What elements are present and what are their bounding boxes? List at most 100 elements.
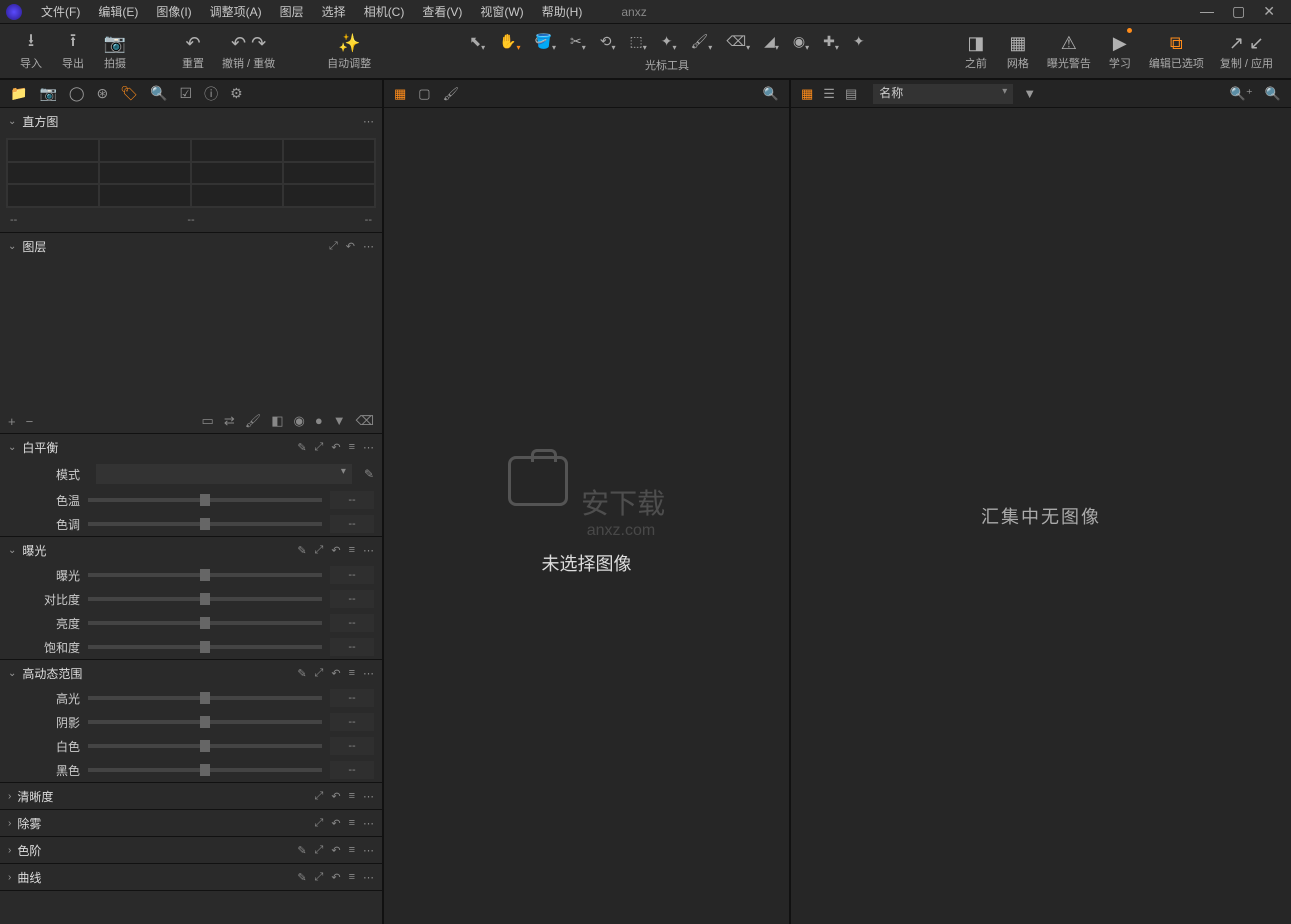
panel-menu-icon[interactable]: ⋯ (363, 667, 374, 680)
single-view-icon[interactable]: ▢ (418, 86, 430, 102)
hand-tool-icon[interactable]: ✋▾ (499, 33, 520, 52)
menu-select[interactable]: 选择 (313, 3, 355, 20)
grid-button[interactable]: ▦网格 (999, 27, 1037, 75)
black-slider[interactable] (88, 768, 322, 772)
panel-menu-icon[interactable]: ⋯ (363, 441, 374, 454)
add-layer-icon[interactable]: + (8, 414, 16, 429)
clarity-header[interactable]: ›清晰度⤢↶≡⋯ (0, 783, 382, 809)
minimize-button[interactable]: — (1200, 3, 1214, 20)
search-icon[interactable]: 🔍⁺ (1230, 86, 1253, 102)
menu-layer[interactable]: 图层 (271, 3, 313, 20)
tint-value[interactable]: -- (330, 515, 374, 533)
capture-button[interactable]: 📷拍摄 (96, 27, 134, 75)
brush-icon[interactable]: 🖌 (245, 413, 262, 429)
exposure-slider[interactable] (88, 573, 322, 577)
rotate-tool-icon[interactable]: ⟲▾ (600, 33, 616, 52)
tag-tab-icon[interactable]: 🏷 (120, 85, 138, 102)
folder-tab-icon[interactable]: 📁 (10, 85, 27, 102)
mode-select[interactable] (96, 464, 352, 484)
detail-icon[interactable]: ▤ (845, 86, 857, 102)
white-slider[interactable] (88, 744, 322, 748)
thumb-grid-icon[interactable]: ▦ (801, 86, 813, 102)
expand-icon[interactable]: ⤢ (315, 667, 324, 680)
find-icon[interactable]: 🔍 (1265, 86, 1281, 102)
undo-icon[interactable]: ↶ (346, 240, 355, 253)
spot-tool-icon[interactable]: ✦▾ (661, 33, 677, 52)
luma-icon[interactable]: ● (315, 413, 323, 429)
undo-icon[interactable]: ↶ (331, 441, 340, 454)
brush-tool-icon[interactable]: 🖌▾ (691, 33, 713, 52)
magic-tool-icon[interactable]: ✦ (853, 33, 865, 52)
venn-tab-icon[interactable]: ⊛ (97, 85, 109, 102)
shadow-slider[interactable] (88, 720, 322, 724)
dehaze-header[interactable]: ›除雾⤢↶≡⋯ (0, 810, 382, 836)
contrast-slider[interactable] (88, 597, 322, 601)
histogram-header[interactable]: ⌄ 直方图 ⋯ (0, 108, 382, 134)
panel-menu-icon[interactable]: ⋯ (363, 115, 374, 128)
eraser-tool-icon[interactable]: ⌫▾ (726, 33, 750, 52)
eyedropper-icon[interactable]: ✎ (364, 467, 374, 481)
white-balance-header[interactable]: ⌄ 白平衡 ✎ ⤢ ↶ ≡ ⋯ (0, 434, 382, 460)
menu-help[interactable]: 帮助(H) (533, 3, 592, 20)
undo-icon[interactable]: ↶ (331, 667, 340, 680)
copy-icon[interactable]: ≡ (349, 441, 355, 454)
export-button[interactable]: ⭱导出 (54, 27, 92, 75)
copy-apply-button[interactable]: ↗ ↙复制 / 应用 (1214, 27, 1279, 75)
saturation-slider[interactable] (88, 645, 322, 649)
expand-icon[interactable]: ⤢ (329, 240, 338, 253)
radial-icon[interactable]: ◉ (294, 413, 305, 429)
filter-icon[interactable]: ▼ (1023, 86, 1036, 101)
circle-tab-icon[interactable]: ◯ (69, 85, 85, 102)
menu-view[interactable]: 查看(V) (413, 3, 471, 20)
close-button[interactable]: ✕ (1263, 3, 1275, 20)
temperature-value[interactable]: -- (330, 491, 374, 509)
tint-slider[interactable] (88, 522, 322, 526)
panel-menu-icon[interactable]: ⋯ (363, 240, 374, 253)
expand-icon[interactable]: ⤢ (315, 441, 324, 454)
brightness-slider[interactable] (88, 621, 322, 625)
camera-tab-icon[interactable]: 📷 (39, 85, 56, 102)
curves-header[interactable]: ›曲线✎⤢↶≡⋯ (0, 864, 382, 890)
copy-icon[interactable]: ≡ (349, 544, 355, 557)
stamp-icon[interactable]: ▼ (333, 413, 346, 429)
levels-header[interactable]: ›色阶✎⤢↶≡⋯ (0, 837, 382, 863)
undo-redo-button[interactable]: ↶ ↷撤销 / 重做 (216, 27, 281, 75)
learn-button[interactable]: ▶学习 (1101, 27, 1139, 75)
grid-view-icon[interactable]: ▦ (394, 86, 406, 102)
keystone-tool-icon[interactable]: ⬚▾ (630, 33, 647, 52)
erase-icon[interactable]: ⌫ (356, 413, 374, 429)
menu-camera[interactable]: 相机(C) (355, 3, 414, 20)
heal-tool-icon[interactable]: ✚▾ (823, 33, 839, 52)
gradient-tool-icon[interactable]: ◢▾ (764, 33, 779, 52)
menu-edit[interactable]: 编辑(E) (89, 3, 147, 20)
sort-select[interactable]: 名称 (873, 84, 1013, 104)
menu-adjust[interactable]: 调整项(A) (201, 3, 271, 20)
pen-icon[interactable]: ✎ (297, 441, 306, 454)
highlight-slider[interactable] (88, 696, 322, 700)
menu-file[interactable]: 文件(F) (32, 3, 89, 20)
pointer-tool-icon[interactable]: ⬉▾ (469, 33, 485, 52)
menu-image[interactable]: 图像(I) (147, 3, 200, 20)
undo-icon[interactable]: ↶ (331, 544, 340, 557)
expand-icon[interactable]: ⤢ (315, 544, 324, 557)
before-button[interactable]: ◨之前 (957, 27, 995, 75)
pen-icon[interactable]: ✎ (297, 544, 306, 557)
temperature-slider[interactable] (88, 498, 322, 502)
fill-tool-icon[interactable]: 🪣▾ (535, 33, 556, 52)
pen-icon[interactable]: ✎ (297, 667, 306, 680)
gradient-icon[interactable]: ◧ (271, 413, 283, 429)
import-button[interactable]: ⭳导入 (12, 27, 50, 75)
copy-icon[interactable]: ≡ (349, 667, 355, 680)
info-tab-icon[interactable]: ⓘ (204, 84, 218, 104)
mask-icon[interactable]: ▭ (202, 413, 214, 429)
check-tab-icon[interactable]: ☑ (180, 85, 193, 102)
exposure-warning-button[interactable]: ⚠曝光警告 (1041, 27, 1097, 75)
crop-tool-icon[interactable]: ✂▾ (570, 33, 586, 52)
panel-menu-icon[interactable]: ⋯ (363, 544, 374, 557)
hdr-header[interactable]: ⌄ 高动态范围 ✎⤢↶≡⋯ (0, 660, 382, 686)
zoom-icon[interactable]: 🔍 (763, 86, 779, 102)
reset-button[interactable]: ↶重置 (174, 27, 212, 75)
maximize-button[interactable]: ▢ (1232, 3, 1245, 20)
gear-tab-icon[interactable]: ⚙ (230, 85, 243, 102)
exposure-header[interactable]: ⌄ 曝光 ✎⤢↶≡⋯ (0, 537, 382, 563)
